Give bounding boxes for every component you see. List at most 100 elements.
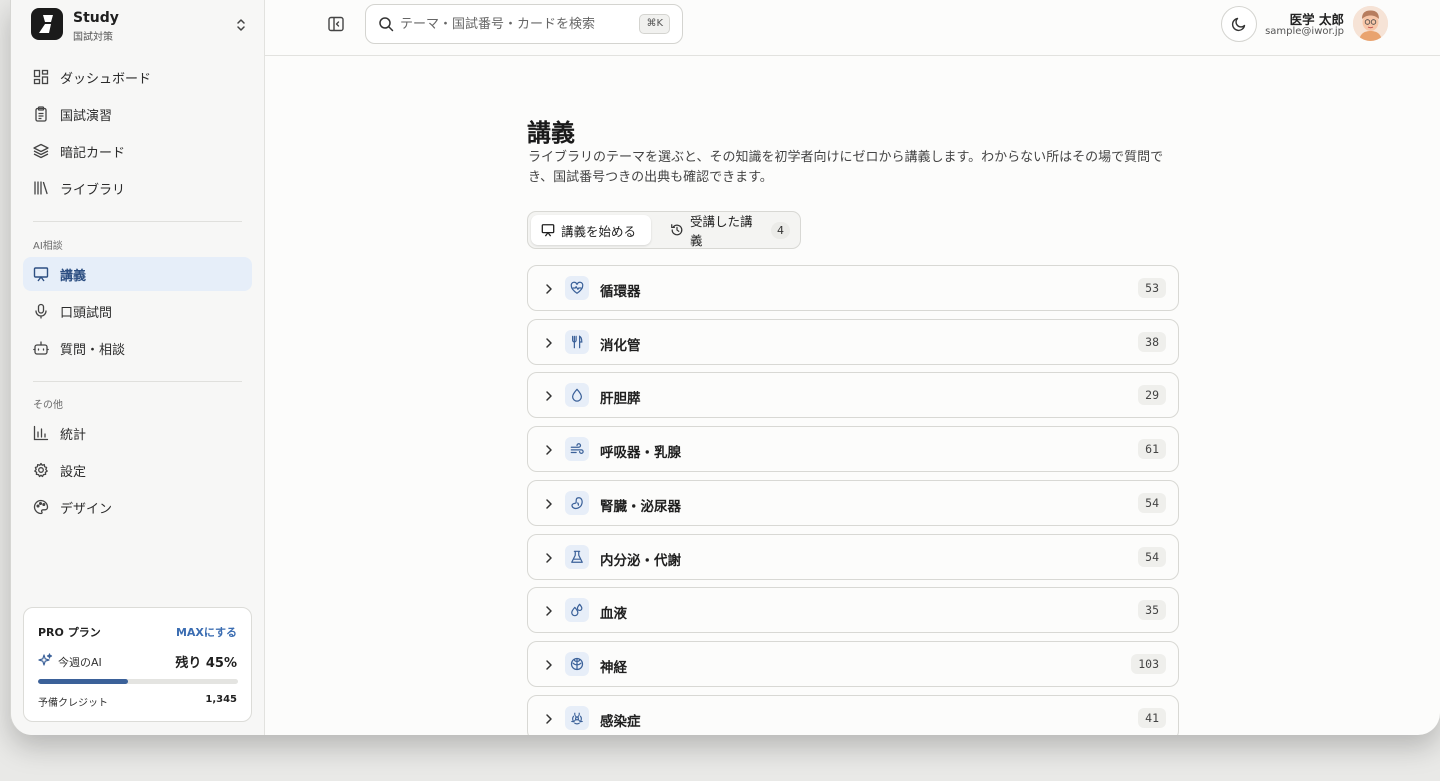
topic-row-respiratory[interactable]: 呼吸器・乳腺 61 [527, 426, 1179, 472]
moon-icon [1231, 16, 1247, 32]
sidebar-item-dashboard[interactable]: ダッシュボード [23, 60, 252, 94]
sidebar-item-oral-exam[interactable]: 口頭試問 [23, 294, 252, 328]
tab-label: 受講した講義 [690, 214, 753, 248]
sidebar-item-ask[interactable]: 質問・相談 [23, 331, 252, 365]
search-shortcut-badge: ⌘K [639, 14, 670, 34]
app-title: Study [73, 10, 119, 26]
sidebar-item-library[interactable]: ライブラリ [23, 171, 252, 205]
chevron-right-icon [542, 550, 556, 569]
chevron-right-icon [542, 711, 556, 730]
bar-chart-icon [33, 425, 49, 441]
history-icon [670, 223, 684, 237]
tab-start-lecture[interactable]: 講義を始める [531, 215, 651, 245]
sidebar-item-label: 講義 [60, 268, 87, 284]
section-label-other: その他 [33, 400, 63, 411]
chevron-right-icon [542, 496, 556, 515]
topic-name: 消化管 [600, 338, 641, 354]
chevron-right-icon [542, 603, 556, 622]
topic-row-neurology[interactable]: 神経 103 [527, 641, 1179, 687]
chevron-right-icon [542, 335, 556, 354]
topic-count: 61 [1138, 439, 1166, 459]
avatar[interactable] [1353, 6, 1388, 41]
chevron-right-icon [542, 281, 556, 300]
main-content: 講義 ライブラリのテーマを選ぶと、その知識を初学者向けにゼロから講義します。わか… [265, 56, 1440, 735]
upgrade-link[interactable]: MAXにする [176, 624, 237, 640]
sidebar-item-label: ライブラリ [60, 182, 126, 198]
topic-row-cardiology[interactable]: 循環器 53 [527, 265, 1179, 311]
app-logo [31, 8, 63, 40]
sidebar-item-label: 統計 [60, 427, 87, 443]
ai-usage-progress [38, 679, 238, 684]
ai-usage-label: 今週のAI [58, 656, 102, 669]
section-label-ai: AI相談 [33, 241, 63, 252]
biohazard-icon [565, 706, 589, 730]
mic-icon [33, 303, 49, 319]
presentation-icon [33, 266, 49, 282]
palette-icon [33, 499, 49, 515]
lecture-tabs: 講義を始める 受講した講義 4 [527, 211, 801, 249]
topic-name: 神経 [600, 660, 627, 676]
flask-icon [565, 545, 589, 569]
wind-icon [565, 437, 589, 461]
sidebar: Study 国試対策 ダッシュボード 国試演習 暗記カード ライブラリ AI相談… [11, 0, 265, 735]
topic-row-hematology[interactable]: 血液 35 [527, 587, 1179, 633]
chevron-right-icon [542, 388, 556, 407]
sidebar-item-design[interactable]: デザイン [23, 490, 252, 524]
theme-toggle-button[interactable] [1221, 6, 1257, 42]
search-icon [378, 16, 394, 36]
sidebar-item-exam-practice[interactable]: 国試演習 [23, 97, 252, 131]
topic-count: 41 [1138, 708, 1166, 728]
topic-name: 呼吸器・乳腺 [600, 445, 681, 461]
page-description: ライブラリのテーマを選ぶと、その知識を初学者向けにゼロから講義します。わからない… [528, 150, 1164, 185]
sidebar-item-label: 設定 [60, 464, 87, 480]
workspace-switcher[interactable]: Study 国試対策 [31, 8, 247, 43]
sidebar-toggle-icon[interactable] [327, 15, 347, 35]
reserve-credit-label: 予備クレジット [38, 698, 108, 709]
topic-row-endocrine[interactable]: 内分泌・代謝 54 [527, 534, 1179, 580]
search-box[interactable]: ⌘K [365, 4, 683, 44]
topic-row-gastro[interactable]: 消化管 38 [527, 319, 1179, 365]
user-email: sample@iwor.jp [1265, 26, 1344, 37]
topic-row-hepatobiliary[interactable]: 肝胆膵 29 [527, 372, 1179, 418]
topic-count: 54 [1138, 547, 1166, 567]
sidebar-item-settings[interactable]: 設定 [23, 453, 252, 487]
ai-usage-progress-fill [38, 679, 128, 684]
sidebar-item-label: 口頭試問 [60, 305, 113, 321]
chevron-right-icon [542, 657, 556, 676]
topic-count: 38 [1138, 332, 1166, 352]
sidebar-item-label: ダッシュボード [60, 71, 152, 87]
topic-row-infectious[interactable]: 感染症 41 [527, 695, 1179, 735]
topic-count: 53 [1138, 278, 1166, 298]
plan-card: PRO プラン MAXにする 今週のAI 残り 45% 予備クレジット 1,34… [23, 607, 252, 722]
topic-name: 感染症 [600, 714, 641, 730]
topic-name: 血液 [600, 606, 627, 622]
droplets-icon [565, 598, 589, 622]
plan-name: PRO プラン [38, 626, 101, 639]
tab-lecture-history[interactable]: 受講した講義 4 [660, 214, 790, 248]
topic-count: 103 [1131, 654, 1166, 674]
search-input[interactable] [400, 13, 630, 35]
brain-icon [565, 652, 589, 676]
ai-usage-remaining: 残り 45% [175, 656, 237, 671]
layers-icon [33, 143, 49, 159]
presentation-icon [541, 223, 555, 237]
gear-icon [33, 462, 49, 478]
sidebar-divider [33, 381, 242, 382]
topic-name: 腎臓・泌尿器 [600, 499, 681, 515]
topic-name: 肝胆膵 [600, 391, 641, 407]
sidebar-divider [33, 221, 242, 222]
sidebar-item-stats[interactable]: 統計 [23, 416, 252, 450]
clipboard-icon [33, 106, 49, 122]
topic-count: 29 [1138, 385, 1166, 405]
chevron-right-icon [542, 442, 556, 461]
sidebar-item-lecture[interactable]: 講義 [23, 257, 252, 291]
page-title: 講義 [527, 119, 575, 147]
library-icon [33, 180, 49, 196]
kidney-icon [565, 491, 589, 515]
history-count-badge: 4 [771, 221, 790, 239]
topic-row-nephrology[interactable]: 腎臓・泌尿器 54 [527, 480, 1179, 526]
sparkles-icon [38, 653, 53, 672]
droplet-icon [565, 383, 589, 407]
top-bar: ⌘K 医学 太郎 sample@iwor.jp [265, 0, 1440, 56]
sidebar-item-flashcards[interactable]: 暗記カード [23, 134, 252, 168]
